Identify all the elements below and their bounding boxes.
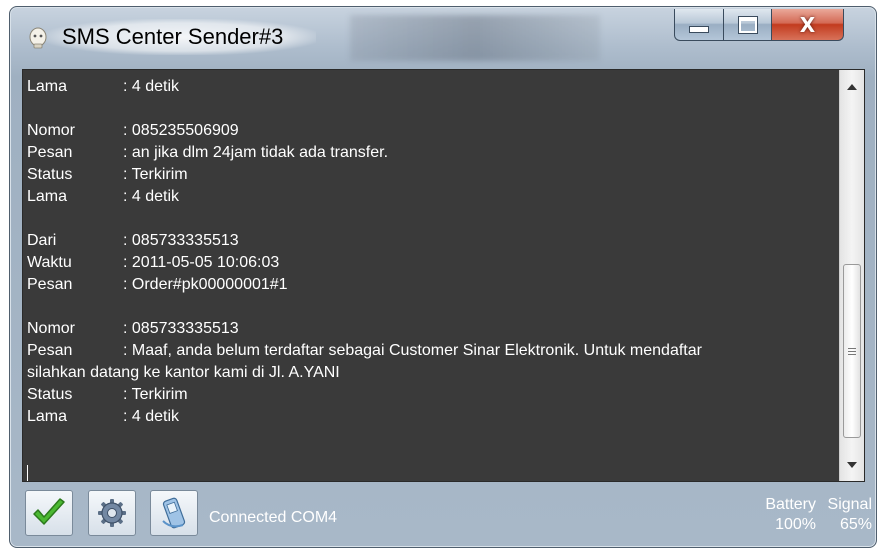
log-field-value: : 085733335513: [123, 320, 239, 337]
connection-status: Connected COM4: [209, 509, 338, 526]
log-field-label: Lama: [27, 188, 68, 205]
start-button[interactable]: [25, 490, 73, 536]
scroll-down-button[interactable]: [840, 455, 864, 475]
battery-meter: Battery 100%: [736, 495, 816, 535]
log-field-value: : 2011-05-05 10:06:03: [123, 254, 280, 271]
bottom-toolbar: Connected COM4 Battery 100% Signal 65%: [22, 484, 872, 541]
log-blank-line: [27, 98, 847, 120]
signal-value: 65%: [839, 516, 872, 533]
log-line: Waktu : 2011-05-05 10:06:03: [27, 252, 847, 274]
battery-label: Battery: [765, 496, 816, 513]
log-field-value: : Terkirim: [123, 386, 188, 403]
log-line: Status : Terkirim: [27, 384, 847, 406]
modem-button[interactable]: [150, 490, 198, 536]
window-title: SMS Center Sender#3: [62, 24, 284, 49]
log-blank-line: [27, 296, 847, 318]
signal-label: Signal: [827, 496, 872, 513]
log-field-label: Nomor: [27, 320, 76, 337]
blurred-background: [350, 15, 600, 61]
log-field-value: : 4 detik: [123, 188, 180, 205]
log-field-value: : 4 detik: [123, 78, 180, 95]
log-line: Pesan : Maaf, anda belum terdaftar sebaga…: [27, 340, 847, 362]
gear-icon: [98, 499, 126, 527]
log-line: Nomor : 085733335513: [27, 318, 847, 340]
arrow-down-icon: [847, 461, 857, 468]
log-line: Dari : 085733335513: [27, 230, 847, 252]
app-icon: [29, 27, 47, 49]
log-field-value: : Maaf, anda belum terdaftar sebagai Cus…: [123, 342, 702, 359]
log-line: Lama : 4 detik: [27, 76, 847, 98]
log-line: Pesan : Order#pk00000001#1: [27, 274, 847, 296]
log-field-label: Nomor: [27, 122, 76, 139]
log-line: Lama : 4 detik: [27, 186, 847, 208]
title-bar[interactable]: SMS Center Sender#3 X: [10, 7, 876, 69]
log-field-label: Pesan: [27, 144, 73, 161]
log-line: Nomor : 085235506909: [27, 120, 847, 142]
vertical-scrollbar[interactable]: [839, 70, 864, 481]
maximize-button[interactable]: [724, 9, 772, 41]
app-window: SMS Center Sender#3 X Lama : 4 detik Nomor…: [9, 6, 877, 548]
log-field-value: : 085235506909: [123, 122, 239, 139]
caption-buttons: X: [674, 9, 844, 43]
minimize-icon: [689, 26, 709, 33]
log-field-label: Status: [27, 386, 73, 403]
text-caret: [27, 465, 28, 481]
message-log[interactable]: Lama : 4 detik Nomor : 085235506909 Pesan : a…: [22, 69, 865, 482]
log-field-label: Lama: [27, 408, 68, 425]
log-line: Lama : 4 detik: [27, 406, 847, 428]
message-log-text: Lama : 4 detik Nomor : 085235506909 Pesan : a…: [27, 76, 847, 476]
log-field-value: : an jika dlm 24jam tidak ada transfer.: [123, 144, 389, 161]
log-field-label: Pesan: [27, 342, 73, 359]
phone-icon: [162, 497, 186, 529]
log-blank-line: [27, 208, 847, 230]
maximize-icon: [738, 16, 757, 33]
log-field-value: : Terkirim: [123, 166, 188, 183]
log-field-value: : 085733335513: [123, 232, 239, 249]
log-field-label: Status: [27, 166, 73, 183]
checkmark-icon: [33, 498, 65, 525]
log-field-label: Lama: [27, 78, 68, 95]
grip-icon: [848, 347, 856, 355]
scroll-up-button[interactable]: [840, 76, 864, 96]
log-line: Status : Terkirim: [27, 164, 847, 186]
scrollbar-thumb[interactable]: [843, 264, 861, 438]
signal-meter: Signal 65%: [822, 495, 872, 535]
log-field-label: Dari: [27, 232, 57, 249]
arrow-up-icon: [847, 83, 857, 90]
close-icon: X: [799, 12, 816, 37]
minimize-button[interactable]: [674, 9, 724, 41]
log-field-value: : 4 detik: [123, 408, 180, 425]
log-field-label: Pesan: [27, 276, 73, 293]
log-field-label: Waktu: [27, 254, 72, 271]
settings-button[interactable]: [88, 490, 136, 536]
close-button[interactable]: X: [772, 9, 844, 41]
battery-value: 100%: [775, 516, 816, 533]
log-line: silahkan datang ke kantor kami di Jl. A.…: [27, 364, 340, 381]
log-field-value: : Order#pk00000001#1: [123, 276, 288, 293]
log-line: Pesan : an jika dlm 24jam tidak ada trans…: [27, 142, 847, 164]
